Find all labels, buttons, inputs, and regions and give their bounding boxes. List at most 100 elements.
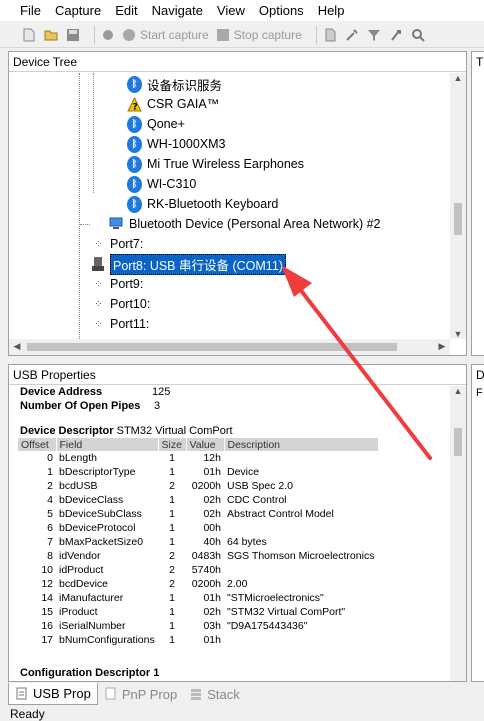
scroll-left-icon[interactable]: ◀ bbox=[9, 341, 25, 352]
table-cell: 02h bbox=[203, 508, 221, 520]
table-cell: 1 bbox=[169, 592, 175, 604]
table-cell: 02h bbox=[203, 494, 221, 506]
table-cell: 1 bbox=[169, 536, 175, 548]
table-cell: 5 bbox=[47, 508, 53, 520]
usb-properties-title: USB Properties bbox=[9, 365, 466, 385]
table-cell: 03h bbox=[203, 620, 221, 632]
configuration-descriptor-heading: Configuration Descriptor 1 bbox=[20, 667, 160, 679]
bluetooth-icon: ᛒ bbox=[127, 135, 142, 153]
menu-capture[interactable]: Capture bbox=[55, 3, 101, 18]
table-cell: Abstract Control Model bbox=[227, 508, 334, 520]
table-cell: 2 bbox=[169, 564, 175, 576]
table-cell: 1 bbox=[169, 606, 175, 618]
menu-help[interactable]: Help bbox=[318, 3, 345, 18]
tab-stack[interactable]: Stack bbox=[183, 683, 246, 705]
device-tree-title: Device Tree bbox=[9, 52, 466, 72]
start-capture-button[interactable]: Start capture bbox=[123, 28, 209, 42]
stop-capture-button[interactable]: Stop capture bbox=[216, 28, 302, 42]
tools-icon[interactable] bbox=[345, 28, 359, 42]
device-descriptor-table: Offset Field Size Value Description 0 bLe… bbox=[18, 438, 379, 647]
port-icon: ⁘ bbox=[94, 278, 102, 290]
menu-file[interactable]: File bbox=[20, 3, 41, 18]
pointer-icon[interactable] bbox=[389, 28, 403, 42]
capture-settings-icon[interactable] bbox=[101, 28, 115, 42]
tree-node[interactable]: ᛒ WH-1000XM3 bbox=[127, 134, 226, 154]
tree-node[interactable]: ? CSR GAIA™ bbox=[127, 94, 219, 114]
table-cell: 7 bbox=[47, 536, 53, 548]
tree-node[interactable]: ⁘ Port11: bbox=[91, 314, 149, 334]
tree-node[interactable]: ᛒ Qone+ bbox=[127, 114, 185, 134]
svg-text:?: ? bbox=[133, 102, 138, 112]
bluetooth-icon: ᛒ bbox=[127, 115, 142, 133]
toolbar-separator bbox=[315, 25, 317, 44]
table-cell: 0200h bbox=[191, 578, 221, 590]
table-row: 1 bDescriptorType 1 01h Device bbox=[18, 465, 378, 479]
tree-node[interactable]: ᛒ Mi True Wireless Earphones bbox=[127, 154, 304, 174]
table-cell: 12 bbox=[41, 578, 53, 590]
table-row: 17 bNumConfigurations 1 01h bbox=[18, 633, 378, 647]
scroll-thumb[interactable] bbox=[454, 203, 462, 235]
open-pipes-label: Number Of Open Pipes bbox=[20, 400, 141, 412]
tree-node[interactable]: ᛒ WI-C310 bbox=[127, 174, 196, 194]
scroll-thumb[interactable] bbox=[27, 343, 397, 351]
tab-usb-prop[interactable]: USB Prop bbox=[8, 683, 98, 705]
table-cell: 5740h bbox=[191, 564, 221, 576]
menu-view[interactable]: View bbox=[217, 3, 245, 18]
table-cell: CDC Control bbox=[227, 494, 287, 506]
menu-navigate[interactable]: Navigate bbox=[152, 3, 203, 18]
page-icon[interactable] bbox=[323, 28, 337, 42]
table-cell: SGS Thomson Microelectronics bbox=[227, 550, 375, 562]
tree-node[interactable]: ᛒ RK-Bluetooth Keyboard bbox=[127, 194, 278, 214]
properties-vertical-scrollbar[interactable]: ▲ bbox=[450, 386, 466, 681]
tree-node[interactable]: ⁘ Port9: bbox=[91, 274, 143, 294]
scroll-thumb[interactable] bbox=[454, 428, 462, 456]
table-cell: bDeviceClass bbox=[59, 494, 124, 506]
scroll-up-icon[interactable]: ▲ bbox=[450, 73, 466, 83]
scroll-right-icon[interactable]: ▶ bbox=[434, 341, 450, 352]
table-row: 2 bcdUSB 2 0200h USB Spec 2.0 bbox=[18, 479, 378, 493]
port-icon: ⁘ bbox=[94, 318, 102, 330]
tree-vertical-scrollbar[interactable]: ▲ ▼ bbox=[450, 73, 466, 339]
table-body: 0 bLength 1 12h 1 bDescriptorType 1 01h Device 2 b… bbox=[18, 451, 378, 647]
stop-icon bbox=[216, 28, 229, 41]
table-row: 10 idProduct 2 5740h bbox=[18, 563, 378, 577]
table-cell: "STMicroelectronics" bbox=[227, 592, 324, 604]
tree-node-selected[interactable]: Port8: USB 串行设备 (COM11) bbox=[91, 253, 286, 275]
tab-pnp-prop[interactable]: PnP Prop bbox=[98, 683, 183, 705]
menu-edit[interactable]: Edit bbox=[115, 3, 137, 18]
table-cell bbox=[224, 633, 378, 647]
table-cell bbox=[224, 563, 378, 577]
table-cell: 6 bbox=[47, 522, 53, 534]
table-row: 6 bDeviceProtocol 1 00h bbox=[18, 521, 378, 535]
bluetooth-icon: ᛒ bbox=[127, 175, 142, 193]
tree-horizontal-scrollbar[interactable]: ◀ ▶ bbox=[9, 339, 450, 355]
tree-node[interactable]: Bluetooth Device (Personal Area Network)… bbox=[109, 214, 381, 234]
usb-prop-icon bbox=[16, 687, 27, 699]
table-cell: 00h bbox=[203, 522, 221, 534]
table-row: 15 iProduct 1 02h "STM32 Virtual ComPort" bbox=[18, 605, 378, 619]
table-cell: 15 bbox=[41, 606, 53, 618]
table-row: 8 idVendor 2 0483h SGS Thomson Microelectron… bbox=[18, 549, 378, 563]
table-cell: bDeviceProtocol bbox=[59, 522, 136, 534]
tree-node[interactable]: ᛒ 设备标识服务 bbox=[127, 74, 222, 94]
search-icon[interactable] bbox=[411, 28, 425, 42]
scroll-down-icon[interactable]: ▼ bbox=[450, 329, 466, 339]
save-icon[interactable] bbox=[66, 28, 80, 42]
bottom-tabs: USB Prop PnP Prop Stack bbox=[8, 683, 468, 707]
column-header: Description bbox=[224, 438, 379, 451]
table-cell: bLength bbox=[59, 452, 97, 464]
new-file-icon[interactable] bbox=[22, 28, 36, 42]
tree-node[interactable]: ⁘ Port10: bbox=[91, 294, 150, 314]
scroll-up-icon[interactable]: ▲ bbox=[450, 386, 466, 396]
tree-node[interactable]: ⁘ Port7: bbox=[91, 234, 143, 254]
table-cell: 0200h bbox=[191, 480, 221, 492]
table-cell: "D9A175443436" bbox=[227, 620, 308, 632]
table-cell: 0483h bbox=[191, 550, 221, 562]
table-cell: bMaxPacketSize0 bbox=[59, 536, 144, 548]
open-folder-icon[interactable] bbox=[44, 28, 58, 42]
table-row: 12 bcdDevice 2 0200h 2.00 bbox=[18, 577, 378, 591]
menu-options[interactable]: Options bbox=[259, 3, 304, 18]
column-header: Size bbox=[158, 438, 187, 451]
table-cell: 2 bbox=[47, 480, 53, 492]
filter-icon[interactable] bbox=[367, 28, 381, 42]
